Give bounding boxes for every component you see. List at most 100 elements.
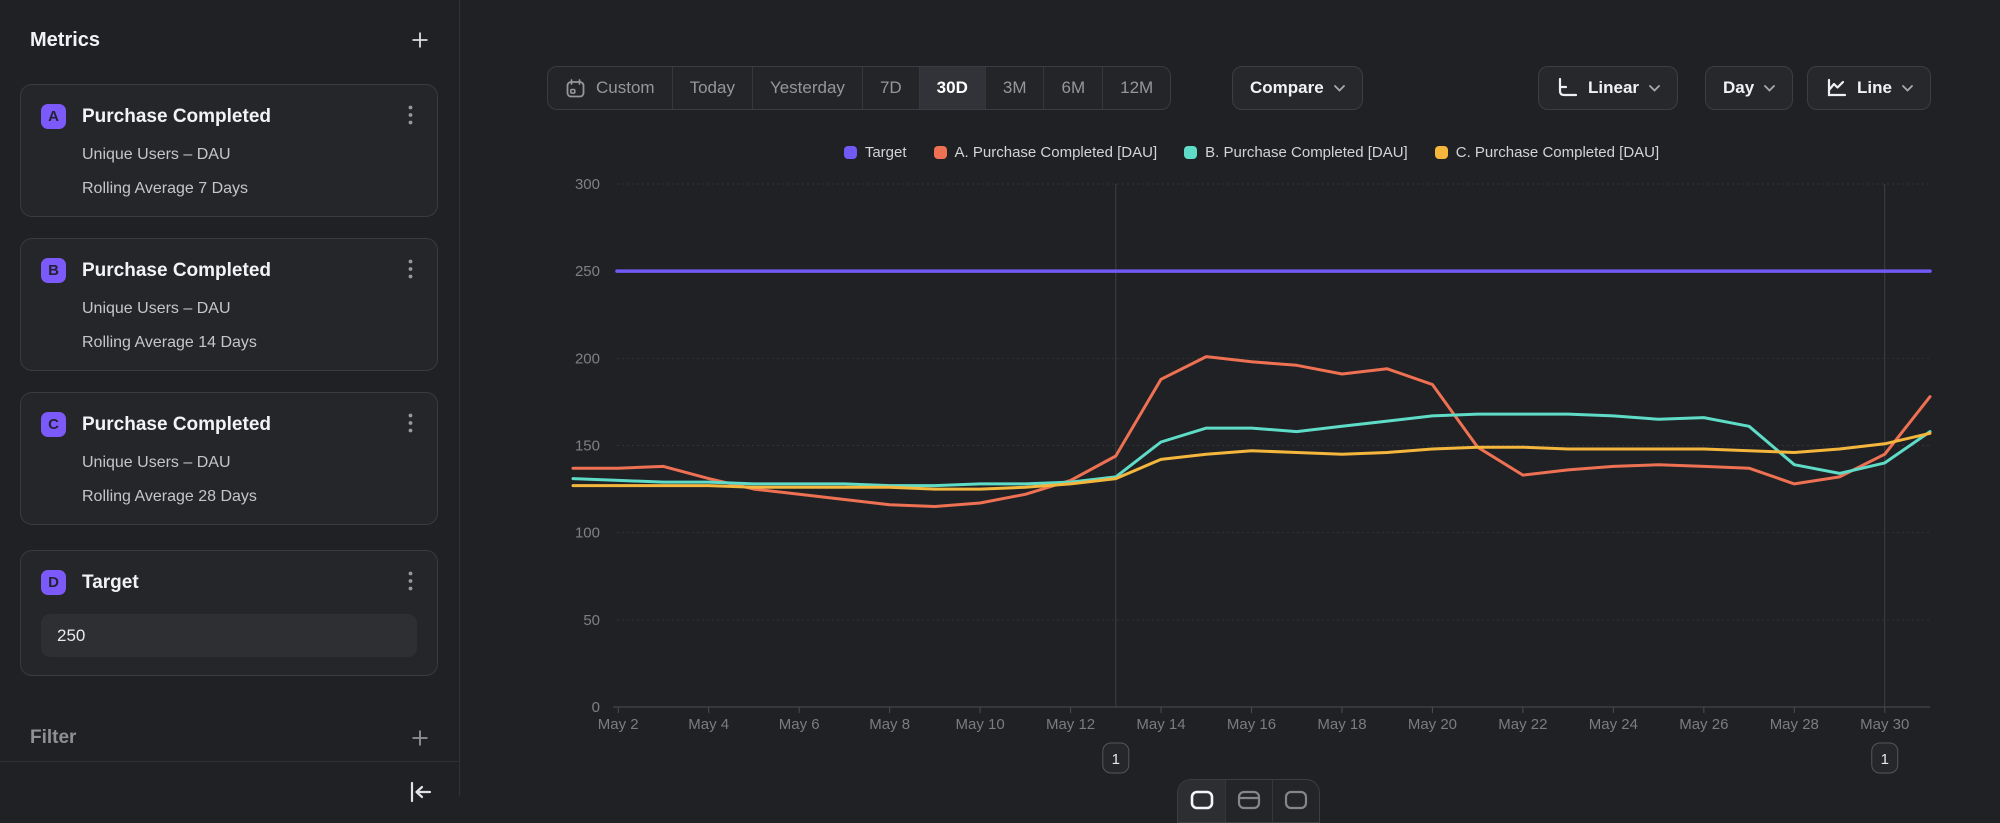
sidebar-header: Metrics bbox=[30, 24, 433, 56]
line-chart-icon bbox=[1825, 77, 1847, 99]
chevron-down-icon bbox=[1902, 85, 1913, 92]
annotation-badge-label: 1 bbox=[1112, 751, 1120, 768]
metric-card-a[interactable]: APurchase CompletedUnique Users – DAURol… bbox=[20, 84, 438, 217]
metric-title: Purchase Completed bbox=[82, 260, 404, 282]
x-axis-tick-label: May 26 bbox=[1679, 716, 1728, 733]
range-option-today[interactable]: Today bbox=[672, 67, 752, 109]
range-option-7d[interactable]: 7D bbox=[862, 67, 919, 109]
x-axis-tick-label: May 28 bbox=[1770, 716, 1819, 733]
range-option-30d[interactable]: 30D bbox=[919, 67, 985, 109]
kebab-icon bbox=[408, 105, 413, 125]
kebab-icon bbox=[408, 571, 413, 591]
x-axis-tick-label: May 18 bbox=[1317, 716, 1366, 733]
sidebar-divider bbox=[0, 761, 459, 762]
y-axis-tick-label: 250 bbox=[575, 263, 600, 280]
add-filter-button[interactable] bbox=[407, 725, 433, 751]
layout-table-button[interactable] bbox=[1272, 780, 1319, 822]
metric-letter-badge: D bbox=[41, 570, 66, 595]
metric-measure: Unique Users – DAU bbox=[82, 454, 417, 472]
metric-letter-badge: C bbox=[41, 412, 66, 437]
range-option-label: 30D bbox=[937, 78, 968, 98]
chart-panel: Custom Today Yesterday 7D 30D 3M 6M 12M Compare… bbox=[460, 0, 2000, 796]
x-axis-tick-label: May 12 bbox=[1046, 716, 1095, 733]
annotation-badge[interactable]: 1 bbox=[1103, 743, 1129, 773]
layout-split-button[interactable] bbox=[1225, 780, 1272, 822]
plus-icon bbox=[411, 729, 429, 747]
x-axis-tick-label: May 22 bbox=[1498, 716, 1547, 733]
x-axis-tick-label: May 30 bbox=[1860, 716, 1909, 733]
metric-title: Purchase Completed bbox=[82, 414, 404, 436]
range-option-3m[interactable]: 3M bbox=[985, 67, 1044, 109]
granularity-select-button[interactable]: Day bbox=[1705, 66, 1793, 110]
compare-button[interactable]: Compare bbox=[1232, 66, 1363, 110]
metric-title: Target bbox=[82, 572, 404, 594]
annotation-badge[interactable]: 1 bbox=[1872, 743, 1898, 773]
granularity-label: Day bbox=[1723, 78, 1754, 98]
metric-more-options-button[interactable] bbox=[404, 411, 417, 438]
range-option-yesterday[interactable]: Yesterday bbox=[752, 67, 862, 109]
layout-full-icon bbox=[1189, 789, 1215, 811]
collapse-sidebar-button[interactable] bbox=[403, 778, 437, 809]
x-axis-tick-label: May 14 bbox=[1136, 716, 1185, 733]
x-axis-tick-label: May 8 bbox=[869, 716, 910, 733]
scale-select-button[interactable]: Linear bbox=[1538, 66, 1678, 110]
x-axis-tick-label: May 10 bbox=[955, 716, 1004, 733]
compare-label: Compare bbox=[1250, 78, 1324, 98]
range-option-label: 12M bbox=[1120, 78, 1153, 98]
metric-more-options-button[interactable] bbox=[404, 103, 417, 130]
range-option-label: Custom bbox=[596, 78, 655, 98]
range-option-custom[interactable]: Custom bbox=[548, 67, 672, 109]
add-metric-button[interactable] bbox=[407, 27, 433, 53]
metric-card-c[interactable]: C Purchase Completed Unique Users – DAU Rol… bbox=[20, 392, 438, 525]
y-axis-tick-label: 0 bbox=[592, 699, 600, 716]
chart-canvas[interactable]: 050100150200250300May 2May 4May 6May 8Ma… bbox=[460, 130, 2000, 796]
range-option-label: Today bbox=[690, 78, 735, 98]
layout-plain-icon bbox=[1283, 789, 1309, 811]
kebab-icon bbox=[408, 413, 413, 433]
metric-more-options-button[interactable] bbox=[404, 569, 417, 596]
scale-label: Linear bbox=[1588, 78, 1639, 98]
x-axis-tick-label: May 6 bbox=[779, 716, 820, 733]
filter-section: Filter bbox=[30, 722, 433, 754]
collapse-left-icon bbox=[405, 780, 435, 804]
series-line-c-purchase-completed-dau[interactable] bbox=[573, 433, 1930, 489]
metric-more-options-button[interactable] bbox=[404, 257, 417, 284]
range-option-6m[interactable]: 6M bbox=[1043, 67, 1102, 109]
y-axis-tick-label: 200 bbox=[575, 350, 600, 367]
chevron-down-icon bbox=[1764, 85, 1775, 92]
target-value-input[interactable] bbox=[41, 614, 417, 657]
chart-type-select-button[interactable]: Line bbox=[1807, 66, 1931, 110]
calendar-icon bbox=[565, 78, 586, 99]
range-option-label: Yesterday bbox=[770, 78, 845, 98]
x-axis-tick-label: May 4 bbox=[688, 716, 729, 733]
range-option-label: 7D bbox=[880, 78, 902, 98]
annotation-badge-label: 1 bbox=[1881, 751, 1889, 768]
x-axis-tick-label: May 20 bbox=[1408, 716, 1457, 733]
metric-measure: Unique Users – DAU bbox=[82, 300, 417, 318]
x-axis-tick-label: May 16 bbox=[1227, 716, 1276, 733]
plus-icon bbox=[411, 31, 429, 49]
y-axis-tick-label: 50 bbox=[583, 612, 600, 629]
date-range-control: Custom Today Yesterday 7D 30D 3M 6M 12M bbox=[547, 66, 1171, 110]
chart-type-label: Line bbox=[1857, 78, 1892, 98]
layout-header-icon bbox=[1236, 789, 1262, 811]
metric-transform: Rolling Average 28 Days bbox=[82, 488, 417, 506]
metric-letter-badge: B bbox=[41, 258, 66, 283]
chevron-down-icon bbox=[1649, 85, 1660, 92]
y-axis-tick-label: 100 bbox=[575, 525, 600, 542]
layout-chart-button[interactable] bbox=[1178, 780, 1225, 822]
linear-axis-icon bbox=[1556, 77, 1578, 99]
layout-toggle-group bbox=[1177, 779, 1320, 823]
range-option-label: 6M bbox=[1061, 78, 1085, 98]
kebab-icon bbox=[408, 259, 413, 279]
y-axis-tick-label: 150 bbox=[575, 438, 600, 455]
range-option-label: 3M bbox=[1003, 78, 1027, 98]
metric-transform: Rolling Average 7 Days bbox=[82, 180, 417, 198]
filter-title: Filter bbox=[30, 727, 76, 749]
metric-card-d[interactable]: D Target bbox=[20, 550, 438, 676]
range-option-12m[interactable]: 12M bbox=[1102, 67, 1170, 109]
metrics-sidebar: Metrics APurchase CompletedUnique Users … bbox=[0, 0, 460, 796]
sidebar-title: Metrics bbox=[30, 29, 100, 52]
metric-card-b[interactable]: BPurchase CompletedUnique Users – DAURol… bbox=[20, 238, 438, 371]
y-axis-tick-label: 300 bbox=[575, 176, 600, 193]
